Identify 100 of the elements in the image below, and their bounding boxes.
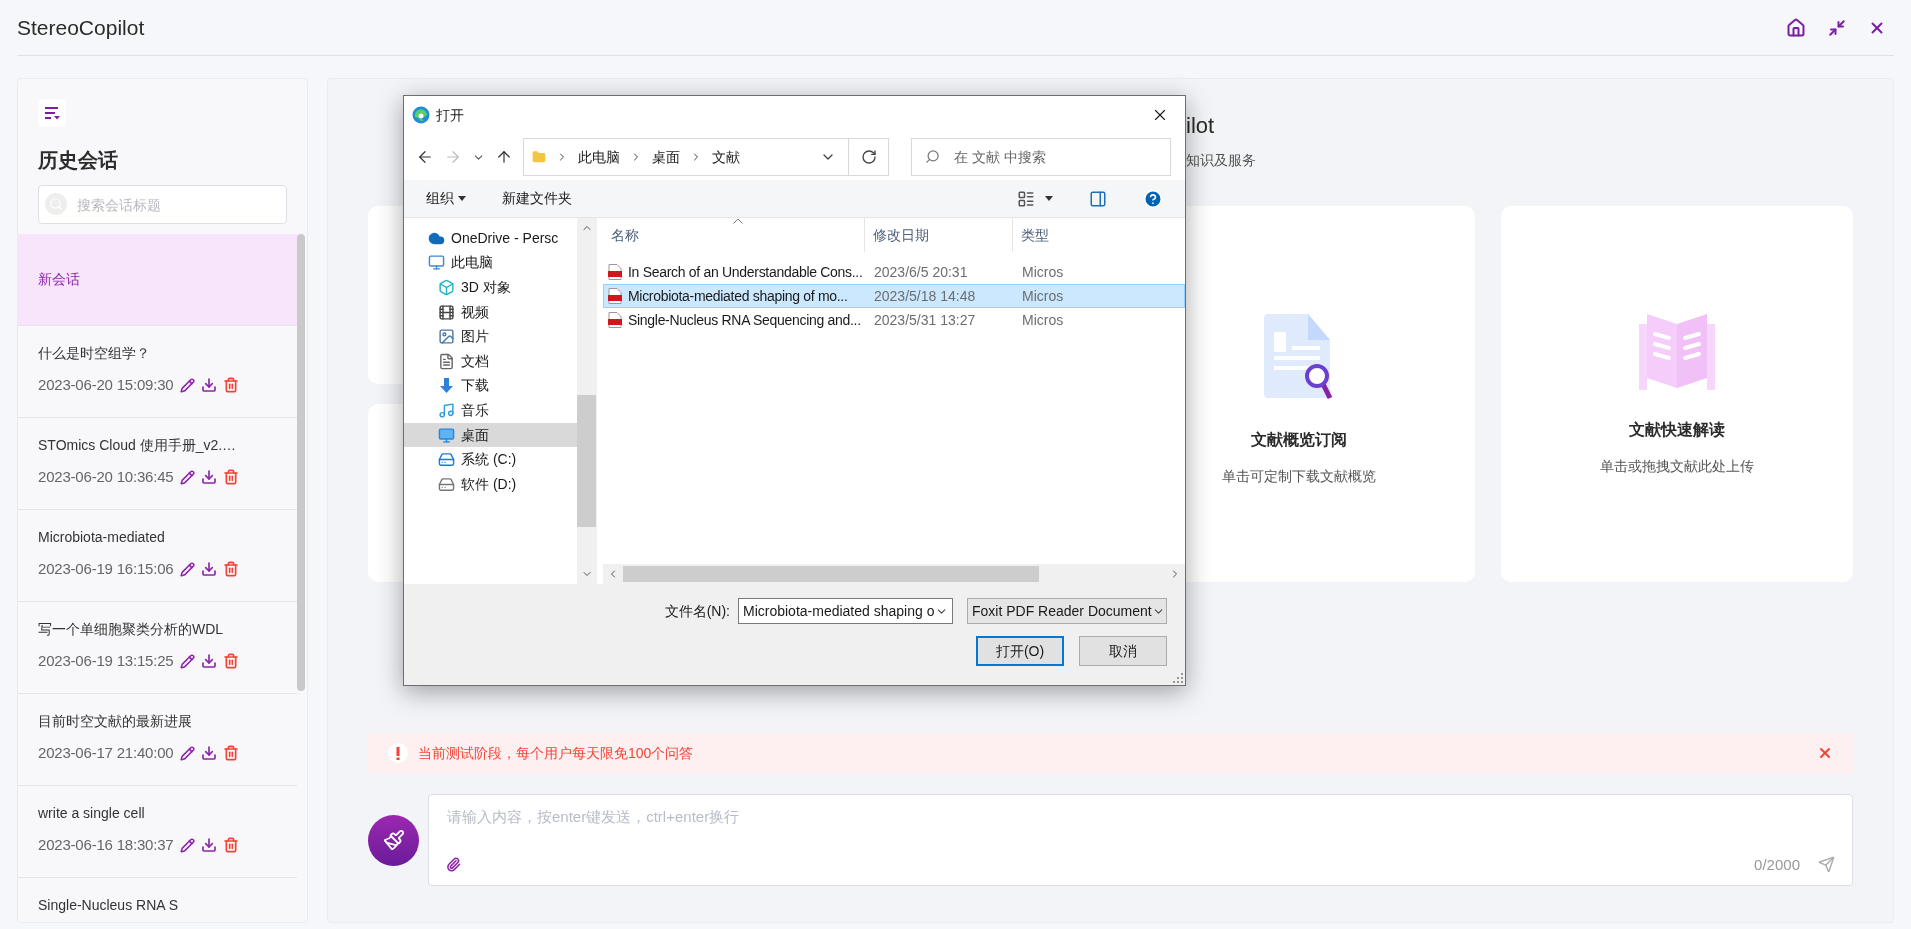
nav-item[interactable]: 桌面	[404, 422, 577, 448]
download-icon[interactable]	[200, 377, 217, 394]
download-icon[interactable]	[200, 561, 217, 578]
nav-label: 3D 对象	[461, 278, 511, 297]
column-header[interactable]: 名称	[603, 218, 865, 252]
filename-label: 文件名(N):	[664, 601, 730, 621]
resize-grip-icon[interactable]	[1173, 673, 1183, 683]
picture-icon	[438, 328, 455, 346]
edit-icon[interactable]	[179, 377, 195, 393]
delete-icon[interactable]	[222, 837, 239, 854]
file-type-dropdown[interactable]: Foxit PDF Reader Document	[967, 598, 1167, 624]
conversation-title: 目前时空文献的最新进展	[38, 712, 193, 731]
file-date: 2023/5/18 14:48	[873, 286, 977, 306]
sort-list-icon	[44, 106, 60, 120]
breadcrumb[interactable]: 此电脑	[578, 146, 620, 168]
nav-label: 下载	[461, 376, 489, 396]
nav-label: 系统 (C:)	[461, 450, 517, 470]
delete-icon[interactable]	[222, 745, 239, 762]
conversation-time: 2023-06-16 18:30:37	[38, 835, 174, 855]
drive-icon	[438, 451, 455, 469]
nav-item[interactable]: 音乐	[404, 398, 577, 423]
download-icon[interactable]	[200, 837, 217, 854]
brush-icon	[382, 829, 405, 851]
card-title: 文献概览订阅	[1251, 430, 1348, 450]
attach-icon[interactable]	[446, 857, 461, 873]
browser-logo-icon	[412, 106, 430, 124]
conversation-item[interactable]: 新会话	[18, 234, 297, 326]
breadcrumb[interactable]: 文献	[712, 146, 740, 168]
nav-item[interactable]: 图片	[404, 324, 577, 349]
pdf-file-icon	[608, 288, 622, 304]
new-folder-button[interactable]: 新建文件夹	[502, 188, 981, 209]
download-icon[interactable]	[200, 469, 217, 486]
column-header[interactable]: 类型	[1013, 218, 1073, 252]
conversation-title: STOmics Cloud 使用手册_v2.…	[38, 436, 238, 455]
nav-item[interactable]: 视频	[404, 299, 577, 325]
delete-icon[interactable]	[222, 561, 239, 578]
pdf-file-icon	[608, 264, 622, 280]
download-icon[interactable]	[200, 745, 217, 762]
back-icon[interactable]	[416, 148, 434, 166]
clear-chat-button[interactable]	[368, 814, 419, 866]
column-header[interactable]: 修改日期	[865, 218, 1013, 252]
feature-card[interactable]: 文献快速解读 单击或拖拽文献此处上传	[1501, 206, 1853, 582]
caret-icon	[1045, 196, 1053, 201]
history-heading: 历史会话	[38, 148, 119, 173]
nav-label: OneDrive - Persc	[451, 228, 559, 248]
nav-item[interactable]: OneDrive - Persc	[404, 226, 577, 251]
filename-field[interactable]: Microbiota-mediated shaping o	[738, 598, 953, 624]
edit-icon[interactable]	[179, 837, 195, 853]
edit-icon[interactable]	[179, 653, 195, 669]
nav-item[interactable]: 软件 (D:)	[404, 471, 577, 497]
up-folder-icon[interactable]	[495, 148, 513, 166]
card-description: 单击或拖拽文献此处上传	[1600, 457, 1755, 476]
nav-item[interactable]: 文档	[404, 348, 577, 374]
minimize-icon[interactable]	[1828, 18, 1846, 37]
collapse-button[interactable]	[38, 99, 66, 127]
pdf-file-icon	[608, 312, 622, 328]
notice-text: 当前测试阶段，每个用户每天限免100个问答	[418, 743, 695, 763]
nav-item[interactable]: 系统 (C:)	[404, 447, 577, 472]
dialog-button[interactable]: 打开(O)	[976, 636, 1064, 666]
help-icon[interactable]	[1143, 188, 1163, 209]
document-search-icon	[1264, 314, 1335, 400]
scrollbar-thumb[interactable]	[623, 566, 1039, 582]
nav-item[interactable]: 此电脑	[404, 250, 577, 276]
conversation-time: 2023-06-20 10:36:45	[38, 467, 174, 487]
address-bar[interactable]: 此电脑 桌面 文献	[523, 138, 889, 176]
open-book-icon	[1639, 314, 1716, 390]
nav-item[interactable]: 下载	[404, 373, 577, 399]
search-field[interactable]: 搜索会话标题	[38, 185, 287, 224]
delete-icon[interactable]	[222, 653, 239, 670]
dialog-button[interactable]: 取消	[1079, 636, 1167, 666]
home-icon[interactable]	[1786, 17, 1806, 38]
scrollbar-thumb[interactable]	[577, 395, 596, 527]
view-options-button[interactable]	[1017, 189, 1053, 208]
preview-pane-icon[interactable]	[1089, 189, 1107, 208]
edit-icon[interactable]	[179, 745, 195, 761]
organize-menu[interactable]: 组织	[426, 188, 466, 209]
conversation-title: 什么是时空组学？	[38, 344, 151, 363]
download-icon[interactable]	[200, 653, 217, 670]
scrollbar-thumb[interactable]	[297, 234, 305, 691]
folder-search-field[interactable]: 在 文献 中搜索	[911, 138, 1171, 176]
delete-icon[interactable]	[222, 377, 239, 394]
document-icon	[438, 352, 455, 370]
nav-label: 视频	[461, 302, 489, 322]
nav-item[interactable]: 3D 对象	[404, 275, 577, 300]
film-icon	[438, 303, 455, 321]
nav-label: 桌面	[461, 425, 489, 445]
breadcrumb[interactable]: 桌面	[652, 146, 680, 168]
page-title: ilot	[1186, 112, 1216, 140]
file-name: Single-Nucleus RNA Sequencing and...	[628, 310, 861, 330]
file-date: 2023/5/31 13:27	[873, 310, 977, 330]
app-title: StereoCopilot	[17, 14, 145, 41]
edit-icon[interactable]	[179, 561, 195, 577]
search-icon	[925, 149, 940, 164]
conversation-time: 2023-06-20 15:09:30	[38, 375, 174, 395]
delete-icon[interactable]	[222, 469, 239, 486]
music-note-icon	[438, 401, 455, 419]
warning-icon	[388, 743, 408, 763]
card-title: 文献快速解读	[1629, 420, 1726, 440]
file-row[interactable]: Microbiota-mediated shaping of mo... 2023/5/18 14:48 Micros	[603, 284, 1185, 308]
edit-icon[interactable]	[179, 469, 195, 485]
